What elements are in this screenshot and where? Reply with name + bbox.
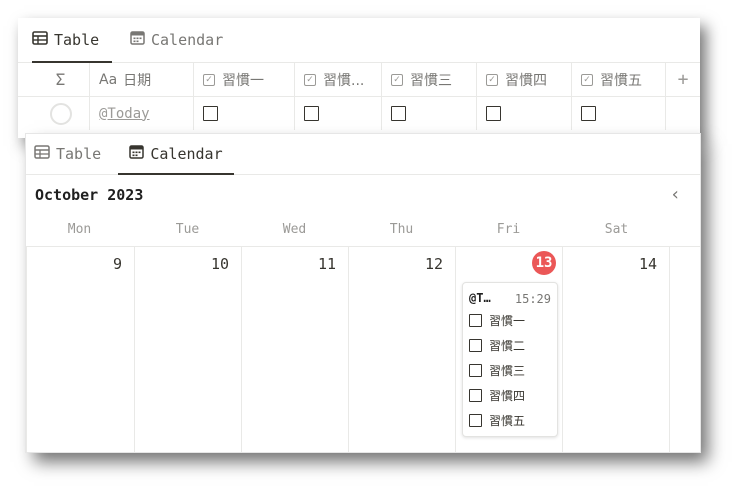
checkbox-icon (469, 388, 482, 402)
month-title: October 2023 (35, 186, 144, 204)
checkbox-property-icon: ✓ (391, 73, 403, 86)
habit-item[interactable]: 習慣三 (469, 360, 525, 380)
habit-1-checkbox[interactable] (194, 97, 295, 130)
checkbox-icon (469, 413, 482, 427)
habit-3-checkbox[interactable] (382, 97, 477, 130)
checkbox-property-icon: ✓ (203, 73, 215, 86)
event-time: 15:29 (514, 292, 551, 306)
calendar-view-panel: Table Calendar October 2023 ‹ Mon Tue We… (26, 134, 700, 452)
habit-item[interactable]: 習慣二 (469, 335, 525, 355)
day-number: 12 (424, 255, 443, 273)
day-cell[interactable]: 10 (135, 247, 242, 452)
column-header-habit-1[interactable]: ✓ 習慣一 (194, 63, 295, 96)
calendar-icon (129, 145, 145, 163)
row-select-circle[interactable] (32, 97, 90, 130)
day-number: 11 (317, 255, 336, 273)
habit-2-checkbox[interactable] (295, 97, 382, 130)
weekday-label: Mon (67, 222, 92, 237)
day-cell[interactable]: 11 (242, 247, 349, 452)
view-tabs: Table Calendar (26, 134, 700, 175)
tab-calendar[interactable]: Calendar (130, 18, 240, 62)
habit-item[interactable]: 習慣五 (469, 410, 525, 430)
table-view-panel: Table Calendar Σ Aa 日期 ✓ 習慣一 ✓ 習慣... ✓ 習慣三 … (18, 18, 700, 138)
day-cell-today[interactable]: 13 @T… 15:29 習慣一 習慣二 習慣三 習慣四 習慣五 (456, 247, 563, 452)
habit-item[interactable]: 習慣四 (469, 385, 525, 405)
tab-table[interactable]: Table (34, 134, 116, 174)
event-card[interactable]: @T… 15:29 習慣一 習慣二 習慣三 習慣四 習慣五 (462, 282, 558, 437)
weekday-label: Sat (604, 222, 629, 237)
tab-label: Calendar (151, 31, 224, 49)
column-header-habit-5[interactable]: ✓ 習慣五 (572, 63, 666, 96)
day-number: 14 (638, 255, 657, 273)
checkbox-property-icon: ✓ (486, 73, 498, 86)
tab-label: Table (54, 31, 100, 49)
day-number: 9 (112, 255, 122, 273)
calendar-week-row: 9 10 11 12 13 @T… 15:29 習慣一 習慣二 習慣三 習慣四 … (26, 246, 700, 452)
event-title: @T… (469, 291, 491, 305)
column-header-habit-2[interactable]: ✓ 習慣... (295, 63, 382, 96)
habit-item[interactable]: 習慣一 (469, 310, 525, 330)
tab-calendar[interactable]: Calendar (118, 134, 234, 175)
tab-table[interactable]: Table (32, 18, 112, 63)
checkbox-property-icon: ✓ (304, 73, 316, 86)
column-header-habit-3[interactable]: ✓ 習慣三 (382, 63, 477, 96)
column-header-date[interactable]: Aa 日期 (90, 63, 194, 96)
text-property-icon: Aa (99, 71, 118, 88)
table-icon (34, 145, 50, 163)
day-cell[interactable]: 14 (563, 247, 670, 452)
day-cell[interactable]: 12 (349, 247, 456, 452)
day-cell[interactable]: 9 (26, 247, 135, 452)
table-icon (32, 31, 48, 49)
tab-label: Table (56, 145, 102, 163)
weekday-label: Wed (282, 222, 307, 237)
weekday-label: Tue (175, 222, 200, 237)
row-date-cell[interactable]: @Today (90, 97, 194, 130)
day-number: 10 (210, 255, 229, 273)
habit-5-checkbox[interactable] (572, 97, 666, 130)
checkbox-icon (469, 363, 482, 377)
column-header-habit-4[interactable]: ✓ 習慣四 (477, 63, 572, 96)
checkbox-property-icon: ✓ (581, 73, 593, 86)
checkbox-icon (469, 313, 482, 327)
view-tabs: Table Calendar (18, 18, 700, 63)
add-column-button[interactable]: + (666, 63, 700, 96)
tab-label: Calendar (150, 145, 223, 163)
weekday-label: Thu (389, 222, 414, 237)
sigma-icon[interactable]: Σ (32, 63, 90, 96)
table-row: @Today (18, 97, 700, 130)
calendar-icon (130, 31, 145, 49)
weekday-label: Fri (496, 222, 521, 237)
checkbox-icon (469, 338, 482, 352)
table-header-row: Σ Aa 日期 ✓ 習慣一 ✓ 習慣... ✓ 習慣三 ✓ 習慣四 ✓ 習慣五 + (18, 63, 700, 97)
habit-4-checkbox[interactable] (477, 97, 572, 130)
today-badge: 13 (532, 251, 556, 275)
chevron-left-icon[interactable]: ‹ (670, 184, 681, 205)
